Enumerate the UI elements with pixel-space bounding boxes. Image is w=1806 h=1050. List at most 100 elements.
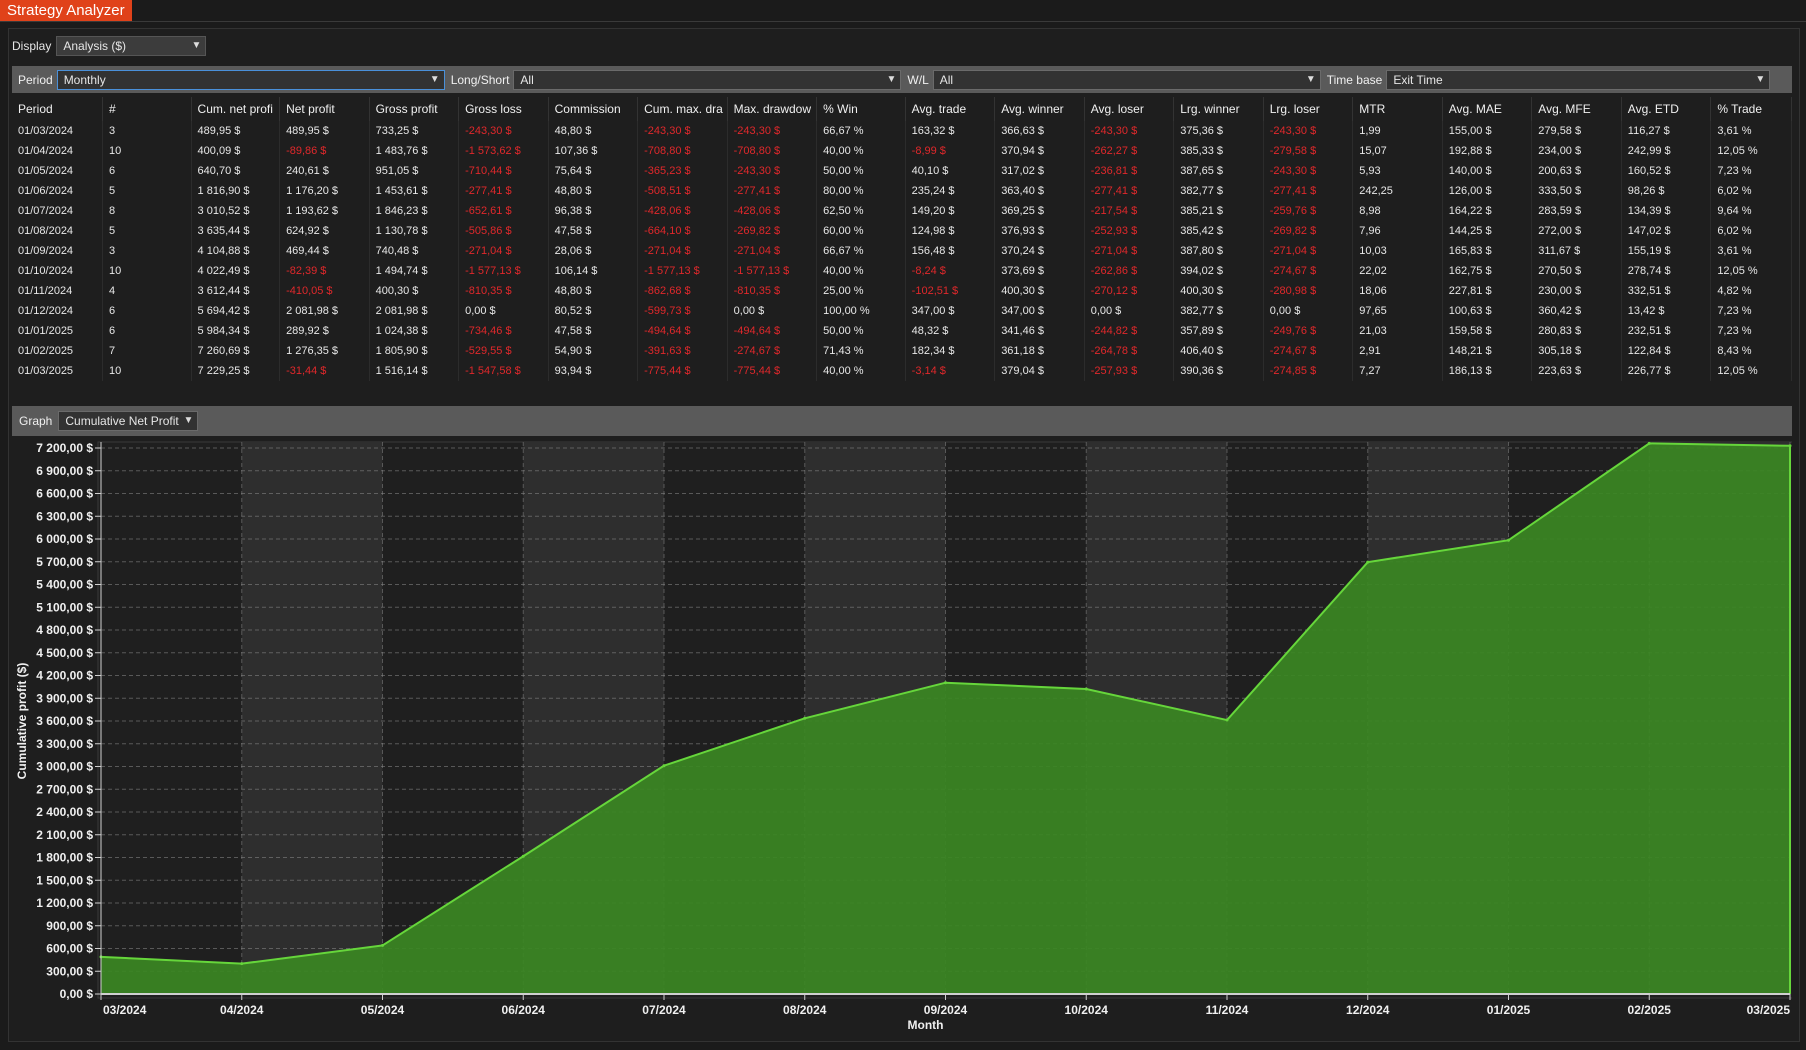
strategy-analyzer-tab[interactable]: Strategy Analyzer — [0, 0, 132, 21]
table-cell: 40,00 % — [816, 361, 906, 381]
table-row[interactable]: 01/06/2024 5 1 816,90 $1 176,20 $1 453,61 … — [12, 181, 1792, 201]
table-row[interactable]: 01/07/2024 8 3 010,52 $1 193,62 $1 846,23 … — [12, 201, 1792, 221]
column-header[interactable]: Cum. max. dra — [637, 97, 728, 121]
column-header[interactable]: % Trade — [1710, 97, 1792, 121]
table-row[interactable]: 01/04/2024 10 400,09 $ -89,86 $1 483,76 $ -1… — [12, 141, 1792, 161]
column-header[interactable]: Gross loss — [458, 97, 549, 121]
table-row[interactable]: 01/03/2025 10 7 229,25 $ -31,44 $1 516,14 $… — [12, 361, 1792, 381]
table-cell: 390,36 $ — [1173, 361, 1264, 381]
table-cell: 10,03 — [1352, 241, 1443, 261]
table-cell: 5 694,42 $ — [191, 301, 281, 321]
table-cell: 100,00 % — [816, 301, 906, 321]
y-tick-label: 1 500,00 $ — [36, 873, 93, 887]
table-row[interactable]: 01/02/2025 7 7 260,69 $1 276,35 $1 805,90 … — [12, 341, 1792, 361]
table-cell: 134,39 $ — [1621, 201, 1712, 221]
column-header[interactable]: Avg. MFE — [1531, 97, 1622, 121]
column-header[interactable]: Avg. loser — [1084, 97, 1175, 121]
y-tick-label: 3 600,00 $ — [36, 714, 93, 728]
table-cell: 387,80 $ — [1173, 241, 1264, 261]
table-cell: -810,35 $ — [727, 281, 818, 301]
table-cell: 376,93 $ — [994, 221, 1085, 241]
column-header[interactable]: Gross profit — [369, 97, 460, 121]
x-tick-label: 10/2024 — [1065, 1003, 1109, 1017]
table-row[interactable]: 01/03/2024 3 489,95 $489,95 $733,25 $ -243,… — [12, 121, 1792, 141]
x-axis-label: Month — [908, 1018, 944, 1032]
table-row[interactable]: 01/08/2024 5 3 635,44 $624,92 $1 130,78 $ -… — [12, 221, 1792, 241]
period-select[interactable]: Monthly ▼ — [56, 69, 445, 90]
column-header[interactable]: Avg. trade — [905, 97, 996, 121]
table-cell: -244,82 $ — [1084, 321, 1175, 341]
column-header[interactable]: Cum. net profi — [191, 97, 281, 121]
chevron-down-icon: ▼ — [429, 73, 440, 85]
column-header[interactable]: Avg. MAE — [1442, 97, 1533, 121]
table-cell: 162,75 $ — [1442, 261, 1533, 281]
table-cell: 71,43 % — [816, 341, 906, 361]
table-cell: -243,30 $ — [458, 121, 549, 141]
table-cell: 370,24 $ — [994, 241, 1085, 261]
column-header[interactable]: Lrg. loser — [1263, 97, 1354, 121]
y-tick-label: 2 700,00 $ — [36, 782, 93, 796]
table-cell: -1 547,58 $ — [458, 361, 549, 381]
table-cell: -494,64 $ — [727, 321, 818, 341]
wl-select[interactable]: All ▼ — [932, 69, 1321, 90]
column-header[interactable]: Avg. winner — [994, 97, 1085, 121]
column-header[interactable]: Lrg. winner — [1173, 97, 1264, 121]
table-cell: 341,46 $ — [994, 321, 1085, 341]
table-cell: 28,06 $ — [548, 241, 639, 261]
y-tick-label: 6 300,00 $ — [36, 509, 93, 523]
wl-label: W/L — [907, 72, 929, 87]
table-cell: 47,58 $ — [548, 321, 639, 341]
column-header[interactable]: Max. drawdow — [727, 97, 818, 121]
y-tick-label: 5 400,00 $ — [36, 578, 93, 592]
table-cell: 305,18 $ — [1531, 341, 1622, 361]
table-cell: -365,23 $ — [637, 161, 728, 181]
table-cell: -271,04 $ — [1263, 241, 1354, 261]
y-tick-label: 300,00 $ — [46, 964, 93, 978]
column-header[interactable]: Net profit — [279, 97, 370, 121]
column-header[interactable]: % Win — [816, 97, 906, 121]
column-header[interactable]: Period — [12, 97, 104, 121]
table-cell: 8,43 % — [1710, 341, 1792, 361]
table-cell: 13,42 $ — [1621, 301, 1712, 321]
table-row[interactable]: 01/10/2024 10 4 022,49 $ -82,39 $1 494,74 $… — [12, 261, 1792, 281]
display-select[interactable]: Analysis ($) ▼ — [56, 36, 207, 56]
table-cell: 311,67 $ — [1531, 241, 1622, 261]
table-row[interactable]: 01/11/2024 4 3 612,44 $ -410,05 $400,30 $ -8… — [12, 281, 1792, 301]
table-cell: 242,99 $ — [1621, 141, 1712, 161]
column-header[interactable]: Commission — [548, 97, 639, 121]
display-value: Analysis ($) — [63, 39, 127, 53]
table-cell: 3 612,44 $ — [191, 281, 281, 301]
table-cell: 951,05 $ — [369, 161, 460, 181]
table-cell: 1 516,14 $ — [369, 361, 460, 381]
chevron-down-icon: ▼ — [183, 415, 194, 426]
table-cell: 347,00 $ — [994, 301, 1085, 321]
table-cell: 40,00 % — [816, 141, 906, 161]
table-cell: -274,67 $ — [1263, 261, 1354, 281]
table-row[interactable]: 01/09/2024 3 4 104,88 $469,44 $740,48 $ -27… — [12, 241, 1792, 261]
data-point — [1507, 538, 1510, 542]
table-cell: 385,33 $ — [1173, 141, 1264, 161]
y-tick-label: 3 300,00 $ — [36, 737, 93, 751]
table-cell: 278,74 $ — [1621, 261, 1712, 281]
table-row[interactable]: 01/12/2024 6 5 694,42 $2 081,98 $2 081,98 … — [12, 301, 1792, 321]
table-cell: -652,61 $ — [458, 201, 549, 221]
table-cell: 640,70 $ — [191, 161, 281, 181]
table-cell: -264,78 $ — [1084, 341, 1175, 361]
table-cell: 223,63 $ — [1531, 361, 1622, 381]
table-cell: 373,69 $ — [994, 261, 1085, 281]
column-header[interactable]: # — [102, 97, 192, 121]
table-cell: 01/04/2024 — [12, 141, 104, 161]
table-row[interactable]: 01/01/2025 6 5 984,34 $289,92 $1 024,38 $ -… — [12, 321, 1792, 341]
graph-select[interactable]: Cumulative Net Profit ▼ — [58, 411, 199, 431]
long-short-select[interactable]: All ▼ — [513, 69, 902, 90]
column-header[interactable]: Avg. ETD — [1621, 97, 1712, 121]
time-base-select[interactable]: Exit Time ▼ — [1386, 69, 1771, 90]
column-header[interactable]: MTR — [1352, 97, 1443, 121]
table-cell: 6,02 % — [1710, 221, 1792, 241]
table-cell: 1 130,78 $ — [369, 221, 460, 241]
table-cell: 40,10 $ — [905, 161, 996, 181]
table-cell: 116,27 $ — [1621, 121, 1712, 141]
table-cell: 122,84 $ — [1621, 341, 1712, 361]
x-tick-label: 06/2024 — [502, 1003, 546, 1017]
table-row[interactable]: 01/05/2024 6 640,70 $240,61 $951,05 $ -710,… — [12, 161, 1792, 181]
